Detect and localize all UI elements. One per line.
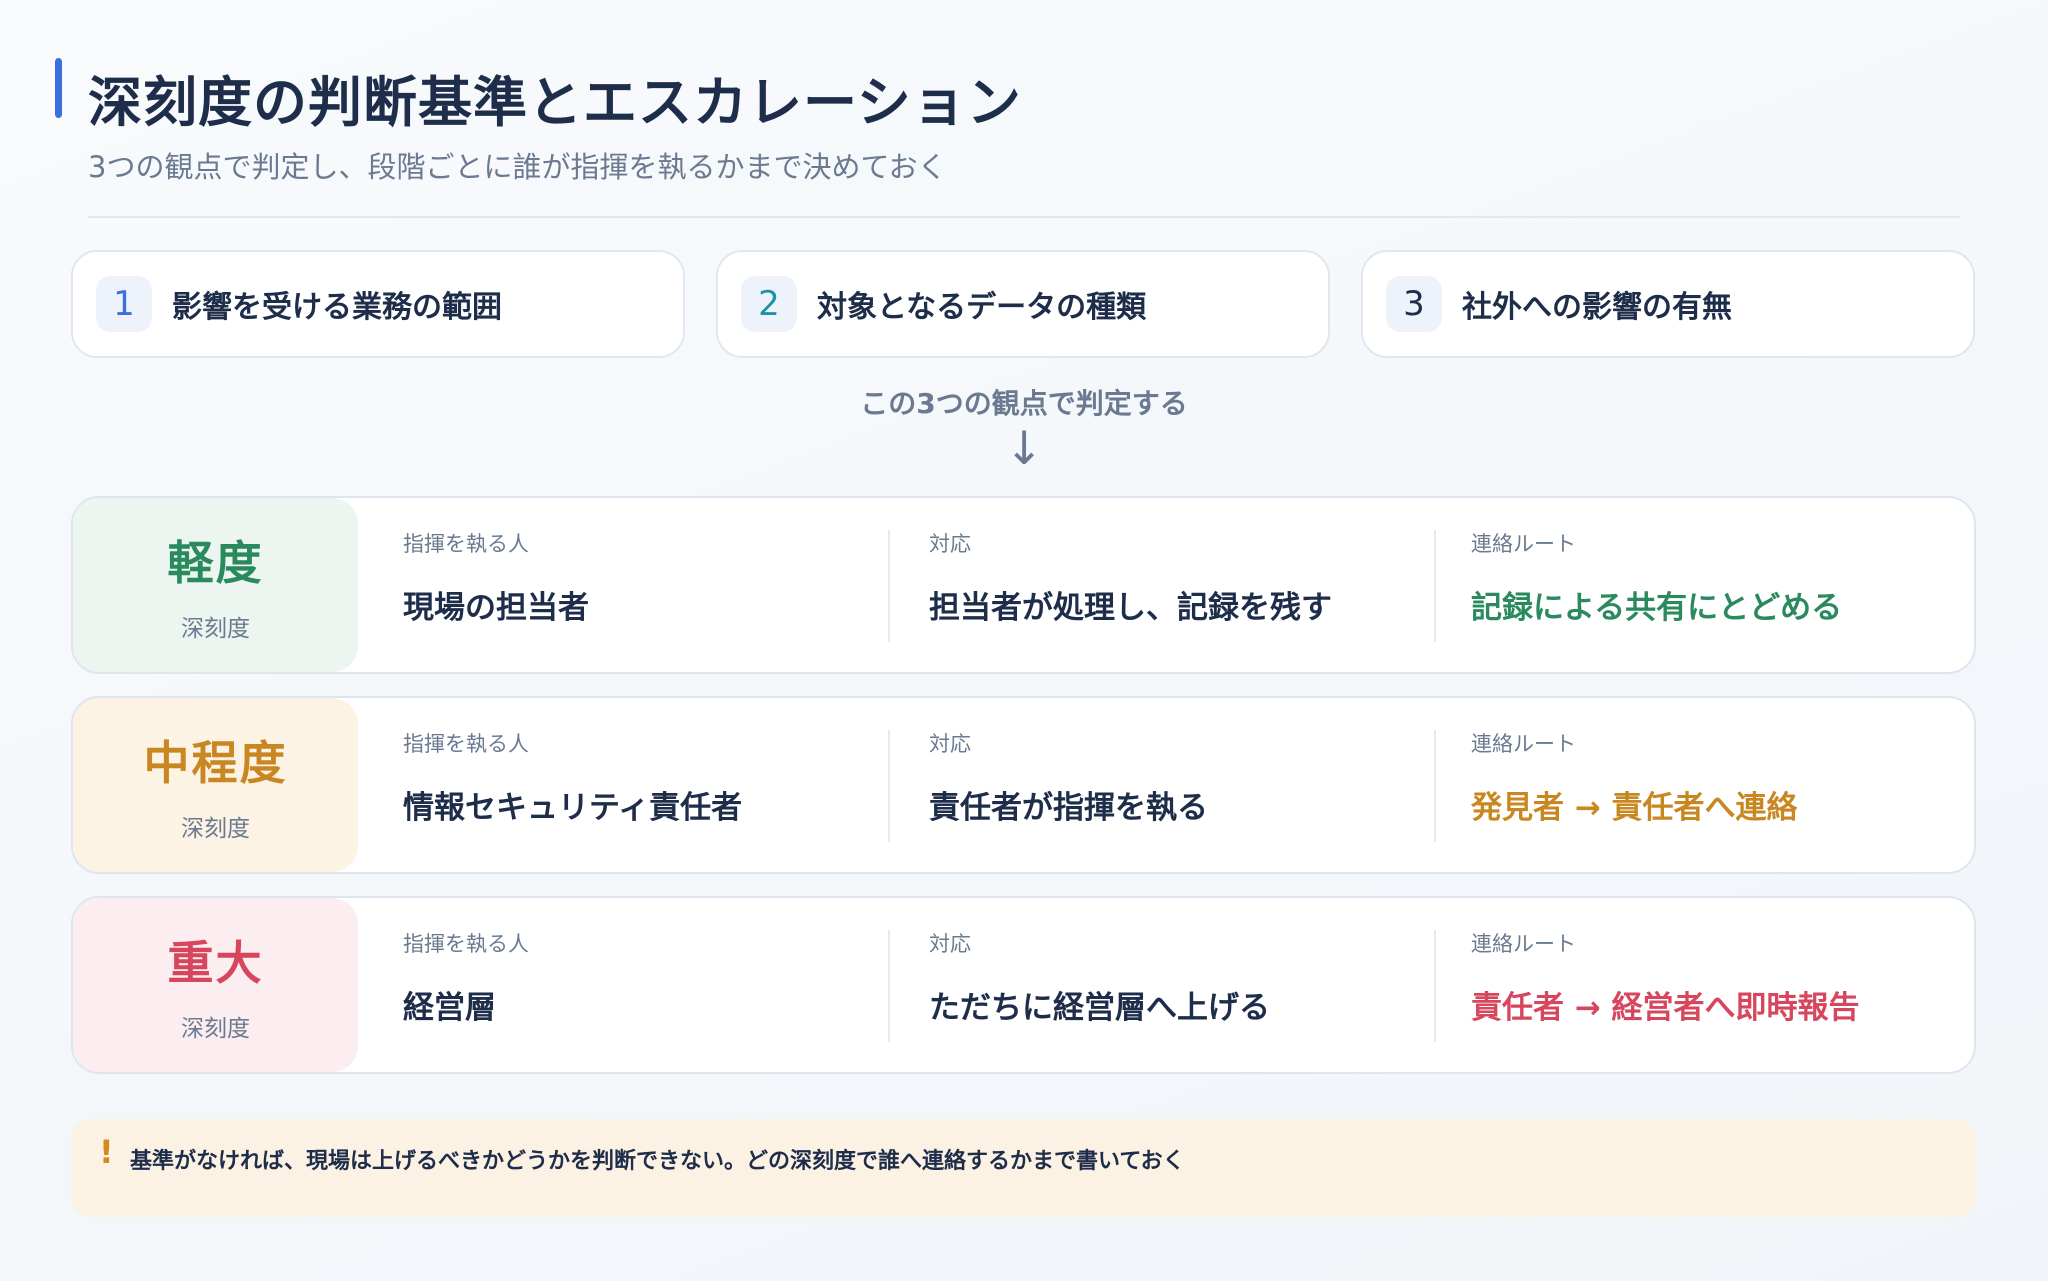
warning-text: 基準がなければ、現場は上げるべきかどうかを判断できない。どの深刻度で誰へ連絡する… bbox=[130, 1149, 1185, 1174]
level-card-severe: 重大 深刻度 指揮を執る人 経営層 対応 ただちに経営層へ上げる 連絡ルート 責… bbox=[71, 896, 1976, 1074]
action-cell: 対応 ただちに経営層へ上げる bbox=[929, 928, 1270, 1027]
level-badge: 重大 深刻度 bbox=[73, 898, 358, 1072]
level-name: 中程度 bbox=[143, 736, 288, 790]
page-subtitle: 3つの観点で判定し、段階ごとに誰が指揮を執るかまで決めておく bbox=[88, 150, 947, 184]
action-value: 担当者が処理し、記録を残す bbox=[929, 590, 1332, 626]
criterion-number: 3 bbox=[1386, 276, 1442, 332]
level-sub: 深刻度 bbox=[181, 816, 250, 842]
level-name: 重大 bbox=[167, 936, 264, 990]
level-card-moderate: 中程度 深刻度 指揮を執る人 情報セキュリティ責任者 対応 責任者が指揮を執る … bbox=[71, 696, 1976, 874]
judge-note: この3つの観点で判定する bbox=[860, 387, 1188, 420]
criterion-label: 社外への影響の有無 bbox=[1462, 290, 1732, 325]
action-value: ただちに経営層へ上げる bbox=[929, 990, 1270, 1026]
title-accent-bar bbox=[55, 58, 62, 118]
route-label: 連絡ルート bbox=[1471, 932, 1576, 956]
level-sub: 深刻度 bbox=[181, 1016, 250, 1042]
page-title: 深刻度の判断基準とエスカレーション bbox=[88, 71, 1022, 134]
action-label: 対応 bbox=[929, 932, 971, 956]
route-label: 連絡ルート bbox=[1471, 532, 1576, 556]
commander-cell: 指揮を執る人 経営層 bbox=[403, 928, 529, 1027]
commander-value: 経営層 bbox=[403, 990, 496, 1026]
route-cell: 連絡ルート 記録による共有にとどめる bbox=[1471, 528, 1842, 627]
level-badge: 中程度 深刻度 bbox=[73, 698, 358, 872]
route-label: 連絡ルート bbox=[1471, 732, 1576, 756]
warning-icon: ! bbox=[99, 1133, 114, 1171]
column-divider bbox=[888, 530, 890, 642]
level-card-mild: 軽度 深刻度 指揮を執る人 現場の担当者 対応 担当者が処理し、記録を残す 連絡… bbox=[71, 496, 1976, 674]
route-value: 記録による共有にとどめる bbox=[1471, 590, 1843, 626]
level-sub: 深刻度 bbox=[181, 616, 250, 642]
warning-callout: ! 基準がなければ、現場は上げるべきかどうかを判断できない。どの深刻度で誰へ連絡… bbox=[71, 1119, 1976, 1217]
criterion-card-1: 1 影響を受ける業務の範囲 bbox=[71, 250, 685, 358]
column-divider bbox=[1434, 530, 1436, 642]
level-badge: 軽度 深刻度 bbox=[73, 498, 358, 672]
commander-label: 指揮を執る人 bbox=[403, 732, 529, 756]
action-cell: 対応 担当者が処理し、記録を残す bbox=[929, 528, 1332, 627]
action-cell: 対応 責任者が指揮を執る bbox=[929, 728, 1208, 827]
commander-cell: 指揮を執る人 情報セキュリティ責任者 bbox=[403, 728, 742, 827]
criterion-card-2: 2 対象となるデータの種類 bbox=[716, 250, 1330, 358]
commander-cell: 指揮を執る人 現場の担当者 bbox=[403, 528, 589, 627]
action-label: 対応 bbox=[929, 532, 971, 556]
header-divider bbox=[88, 216, 1960, 218]
commander-label: 指揮を執る人 bbox=[403, 932, 529, 956]
route-cell: 連絡ルート 発見者 → 責任者へ連絡 bbox=[1471, 728, 1798, 827]
commander-value: 情報セキュリティ責任者 bbox=[403, 790, 743, 826]
action-value: 責任者が指揮を執る bbox=[929, 790, 1208, 826]
criterion-label: 影響を受ける業務の範囲 bbox=[172, 290, 502, 325]
criterion-number: 2 bbox=[741, 276, 797, 332]
column-divider bbox=[1434, 730, 1436, 842]
commander-label: 指揮を執る人 bbox=[403, 532, 529, 556]
route-value: 発見者 → 責任者へ連絡 bbox=[1471, 790, 1798, 826]
commander-value: 現場の担当者 bbox=[403, 590, 589, 626]
column-divider bbox=[888, 930, 890, 1042]
column-divider bbox=[1434, 930, 1436, 1042]
action-label: 対応 bbox=[929, 732, 971, 756]
criterion-label: 対象となるデータの種類 bbox=[817, 290, 1147, 325]
down-arrow-icon: ↓ bbox=[1004, 421, 1044, 475]
level-name: 軽度 bbox=[167, 536, 264, 590]
criterion-card-3: 3 社外への影響の有無 bbox=[1361, 250, 1975, 358]
route-cell: 連絡ルート 責任者 → 経営者へ即時報告 bbox=[1471, 928, 1860, 1027]
route-value: 責任者 → 経営者へ即時報告 bbox=[1471, 990, 1860, 1026]
criterion-number: 1 bbox=[96, 276, 152, 332]
column-divider bbox=[888, 730, 890, 842]
